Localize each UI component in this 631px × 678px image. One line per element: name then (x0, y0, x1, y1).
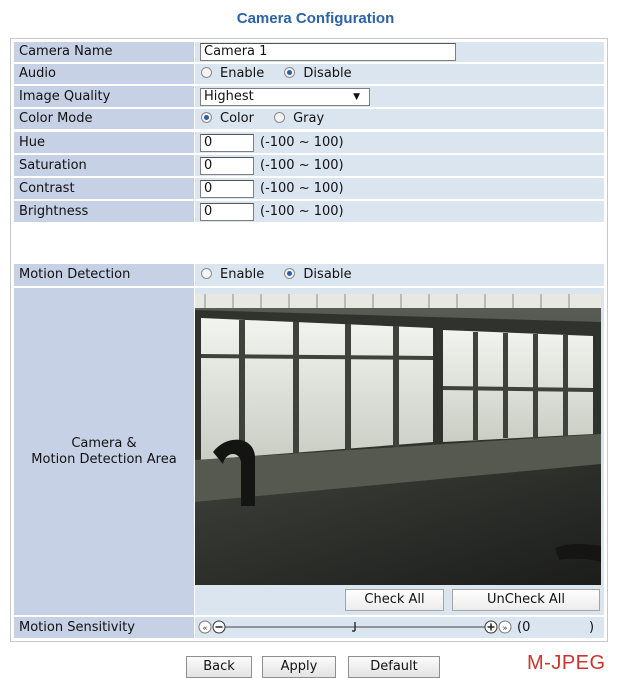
color-mode-color-radio[interactable]: Color (201, 109, 254, 129)
audio-cell: Enable Disable (195, 64, 604, 84)
camera-name-label: Camera Name (14, 42, 194, 62)
image-quality-value: Highest (204, 88, 254, 104)
audio-enable-label: Enable (220, 66, 265, 81)
saturation-input[interactable]: 0 (200, 156, 254, 175)
row-color-mode: Color Mode Color Gray (11, 109, 607, 129)
radio-checked-icon (201, 112, 212, 123)
contrast-input[interactable]: 0 (200, 179, 254, 198)
sensitivity-value: (0 (517, 620, 531, 635)
uncheck-all-button[interactable]: UnCheck All (452, 589, 600, 611)
radio-checked-icon (284, 67, 296, 78)
contrast-cell: 0 (-100 ~ 100) (195, 178, 604, 199)
row-saturation: Saturation 0 (-100 ~ 100) (11, 155, 607, 176)
default-button[interactable]: Default (348, 656, 440, 678)
audio-label: Audio (14, 64, 194, 84)
radio-unchecked-icon (201, 268, 212, 279)
row-motion-detection: Motion Detection Enable Disable (11, 264, 607, 286)
saturation-label: Saturation (14, 155, 194, 176)
camera-area-label-line2: Motion Detection Area (31, 451, 177, 467)
saturation-range: (-100 ~ 100) (260, 158, 344, 173)
motion-sensitivity-label: Motion Sensitivity (14, 617, 194, 638)
row-camera-name: Camera Name Camera 1 (11, 42, 607, 62)
motion-disable-radio[interactable]: Disable (284, 264, 352, 286)
saturation-cell: 0 (-100 ~ 100) (195, 155, 604, 176)
page-title: Camera Configuration (236, 10, 395, 27)
motion-detection-cell: Enable Disable (195, 264, 604, 286)
row-motion-sensitivity: Motion Sensitivity « » (0 ) (11, 617, 607, 638)
image-quality-label: Image Quality (14, 86, 194, 107)
hue-label: Hue (14, 132, 194, 153)
brightness-input[interactable]: 0 (200, 202, 254, 221)
motion-enable-radio[interactable]: Enable (201, 264, 264, 286)
motion-detection-label: Motion Detection (14, 264, 194, 286)
chevron-down-icon: ▼ (353, 91, 360, 102)
row-contrast: Contrast 0 (-100 ~ 100) (11, 178, 607, 199)
hue-range: (-100 ~ 100) (260, 135, 344, 150)
row-audio: Audio Enable Disable (11, 64, 607, 84)
motion-disable-label: Disable (303, 267, 352, 282)
row-image-quality: Image Quality Highest ▼ (11, 86, 607, 107)
brightness-label: Brightness (14, 201, 194, 222)
back-button[interactable]: Back (186, 656, 252, 678)
fast-rewind-icon: « (203, 624, 208, 633)
audio-enable-radio[interactable]: Enable (201, 64, 264, 84)
brightness-cell: 0 (-100 ~ 100) (195, 201, 604, 222)
camera-name-input[interactable]: Camera 1 (200, 42, 456, 61)
motion-enable-label: Enable (220, 267, 265, 282)
fast-forward-icon: » (503, 624, 508, 633)
sensitivity-close-paren: ) (589, 620, 595, 635)
contrast-range: (-100 ~ 100) (260, 181, 344, 196)
brightness-range: (-100 ~ 100) (260, 204, 344, 219)
camera-name-cell: Camera 1 (195, 42, 604, 62)
apply-button[interactable]: Apply (262, 656, 336, 678)
row-brightness: Brightness 0 (-100 ~ 100) (11, 201, 607, 222)
color-mode-gray-label: Gray (293, 111, 325, 126)
stream-format-label: M-JPEG (527, 652, 606, 674)
audio-disable-label: Disable (303, 66, 352, 81)
radio-unchecked-icon (274, 112, 286, 123)
audio-disable-radio[interactable]: Disable (284, 64, 352, 84)
color-mode-cell: Color Gray (195, 109, 604, 129)
color-mode-color-label: Color (220, 111, 254, 126)
color-mode-label: Color Mode (14, 109, 194, 129)
config-panel: Camera Name Camera 1 Audio Enable Disabl… (10, 38, 608, 642)
camera-area-label-line1: Camera & (71, 435, 137, 451)
motion-sensitivity-cell: « » (0 ) (195, 617, 604, 638)
contrast-label: Contrast (14, 178, 194, 199)
radio-checked-icon (284, 268, 296, 279)
color-mode-gray-radio[interactable]: Gray (274, 109, 324, 129)
camera-frame-image (195, 294, 601, 585)
image-quality-cell: Highest ▼ (195, 86, 604, 107)
camera-area-label: Camera & Motion Detection Area (14, 288, 194, 615)
sensitivity-slider[interactable]: « » (195, 617, 601, 638)
image-quality-select[interactable]: Highest ▼ (200, 87, 370, 106)
hue-input[interactable]: 0 (200, 133, 254, 152)
hue-cell: 0 (-100 ~ 100) (195, 132, 604, 153)
row-hue: Hue 0 (-100 ~ 100) (11, 132, 607, 153)
camera-preview[interactable] (195, 294, 601, 585)
radio-unchecked-icon (201, 67, 212, 78)
check-all-button[interactable]: Check All (345, 589, 444, 611)
